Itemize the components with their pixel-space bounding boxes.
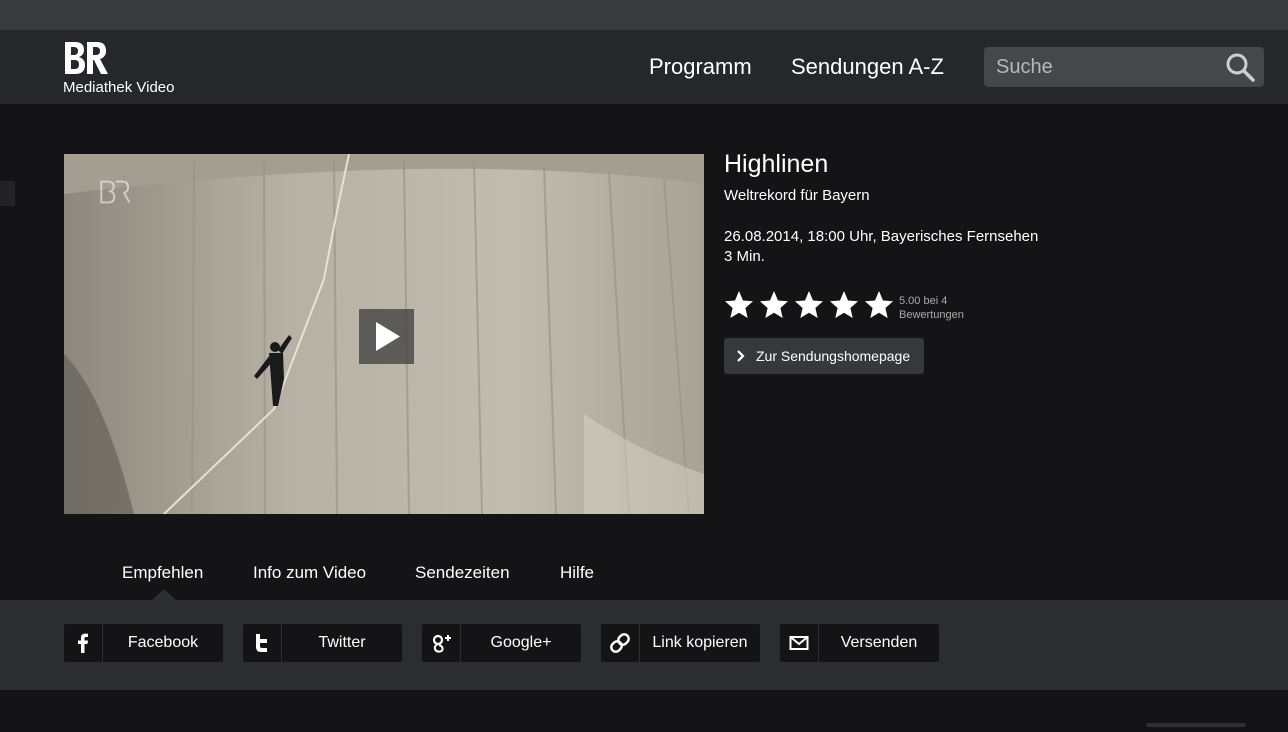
- share-link-copy-label: Link kopieren: [652, 634, 748, 651]
- br-logo[interactable]: Mediathek Video: [63, 40, 203, 100]
- show-homepage-label: Zur Sendungshomepage: [756, 348, 911, 364]
- site-header: Mediathek Video Programm Sendungen A-Z: [0, 30, 1288, 104]
- share-link-copy-button[interactable]: Link kopieren: [601, 624, 760, 662]
- link-icon: [610, 633, 630, 653]
- chevron-right-icon: [737, 350, 745, 362]
- show-homepage-button[interactable]: Zur Sendungshomepage: [724, 338, 924, 374]
- tab-sendezeiten[interactable]: Sendezeiten: [415, 563, 510, 583]
- nav-sendungen-a-z[interactable]: Sendungen A-Z: [791, 54, 944, 80]
- rating-count-label: Bewertungen: [899, 309, 964, 321]
- related-controls[interactable]: [1146, 723, 1246, 727]
- facebook-icon: [78, 633, 88, 653]
- video-duration: 3 Min.: [724, 248, 765, 265]
- br-watermark-icon: [100, 180, 130, 204]
- google-plus-icon: [432, 634, 451, 653]
- tab-empfehlen[interactable]: Empfehlen: [122, 563, 203, 583]
- star-icon[interactable]: [724, 290, 754, 320]
- rating-score: 5.00 bei 4: [899, 295, 948, 307]
- related-section: [0, 690, 1288, 727]
- share-facebook-button[interactable]: Facebook: [64, 624, 223, 662]
- share-email-label: Versenden: [840, 634, 918, 651]
- play-button[interactable]: [359, 309, 414, 364]
- active-tab-indicator: [152, 589, 176, 600]
- search-input[interactable]: [984, 47, 1226, 87]
- nav-programm[interactable]: Programm: [649, 54, 752, 80]
- search-icon[interactable]: [1224, 51, 1256, 83]
- video-subtitle: Weltrekord für Bayern: [724, 187, 870, 204]
- video-title: Highlinen: [724, 150, 829, 178]
- share-google-plus-button[interactable]: Google+: [422, 624, 581, 662]
- star-icon[interactable]: [864, 290, 894, 320]
- twitter-icon: [256, 634, 267, 652]
- side-panel-handle[interactable]: [0, 181, 15, 206]
- mail-icon: [789, 636, 809, 650]
- video-player[interactable]: [64, 154, 704, 514]
- star-icon[interactable]: [829, 290, 859, 320]
- related-heading-cutoff: [64, 722, 364, 732]
- share-twitter-label: Twitter: [318, 634, 366, 651]
- search-box: [984, 47, 1264, 87]
- star-icon[interactable]: [794, 290, 824, 320]
- share-bar: Facebook Twitter Google+ Link kopieren V…: [0, 600, 1288, 690]
- broadcast-info: 26.08.2014, 18:00 Uhr, Bayerisches Ferns…: [724, 228, 1039, 245]
- browser-top-strip: [0, 0, 1288, 30]
- tab-info-zum-video[interactable]: Info zum Video: [253, 563, 366, 583]
- star-icon[interactable]: [759, 290, 789, 320]
- share-email-button[interactable]: Versenden: [780, 624, 939, 662]
- share-twitter-button[interactable]: Twitter: [243, 624, 402, 662]
- rating-summary: 5.00 bei 4 Bewertungen: [899, 294, 964, 322]
- logo-subtitle: Mediathek Video: [63, 79, 175, 96]
- br-logo-mark: [65, 42, 108, 74]
- share-facebook-label: Facebook: [127, 634, 199, 651]
- tab-hilfe[interactable]: Hilfe: [560, 563, 594, 583]
- share-google-plus-label: Google+: [490, 634, 552, 651]
- play-icon: [376, 322, 400, 351]
